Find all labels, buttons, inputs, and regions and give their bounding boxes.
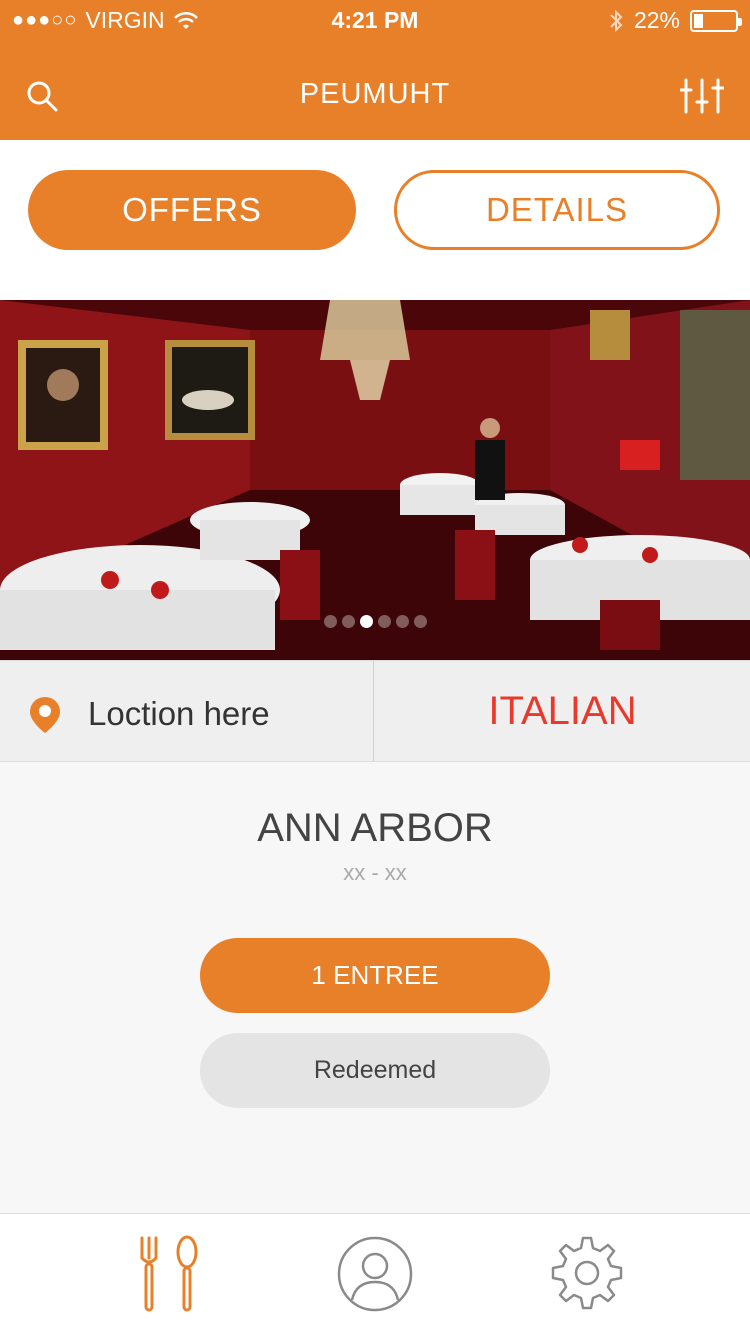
battery-icon	[690, 9, 742, 32]
filter-sliders-icon[interactable]	[680, 78, 724, 114]
location-text: Loction here	[88, 695, 270, 732]
carousel-page-indicator[interactable]	[0, 615, 750, 628]
header: ●●●○○ VIRGIN 4:21 PM 22% PEUMUHT	[0, 0, 750, 140]
offer-button[interactable]: 1 ENTREE	[200, 938, 550, 1013]
cuisine-label: ITALIAN	[488, 688, 637, 733]
battery-percent: 22%	[633, 7, 680, 33]
info-row: Loction here ITALIAN	[0, 660, 750, 762]
details-tab[interactable]: DETAILS	[394, 170, 720, 250]
offers-tab[interactable]: OFFERS	[28, 170, 356, 250]
bluetooth-icon	[610, 9, 623, 32]
page-dot[interactable]	[413, 615, 427, 628]
status-right: 22%	[608, 7, 742, 34]
nav-bar: PEUMUHT	[0, 42, 750, 140]
page-dot-active[interactable]	[359, 615, 373, 628]
nav-title: PEUMUHT	[299, 78, 451, 110]
page-dot[interactable]	[377, 615, 391, 628]
city-title: ANN ARBOR	[257, 806, 493, 850]
profile-icon[interactable]	[330, 1234, 420, 1314]
status-bar: ●●●○○ VIRGIN 4:21 PM 22%	[0, 0, 750, 42]
restaurant-interior-photo[interactable]	[0, 300, 750, 660]
location-cell[interactable]: Loction here	[0, 661, 374, 761]
tab-bar	[0, 1213, 750, 1334]
restaurant-photo-illustration	[0, 300, 750, 660]
page-dot[interactable]	[341, 615, 355, 628]
page-dot[interactable]	[395, 615, 409, 628]
fork-spoon-icon[interactable]	[130, 1234, 220, 1314]
city-subtitle: xx - xx	[343, 860, 407, 885]
page-dot[interactable]	[323, 615, 337, 628]
location-pin-icon	[30, 697, 60, 733]
gear-icon[interactable]	[542, 1234, 632, 1314]
redeemed-button[interactable]: Redeemed	[200, 1033, 550, 1108]
